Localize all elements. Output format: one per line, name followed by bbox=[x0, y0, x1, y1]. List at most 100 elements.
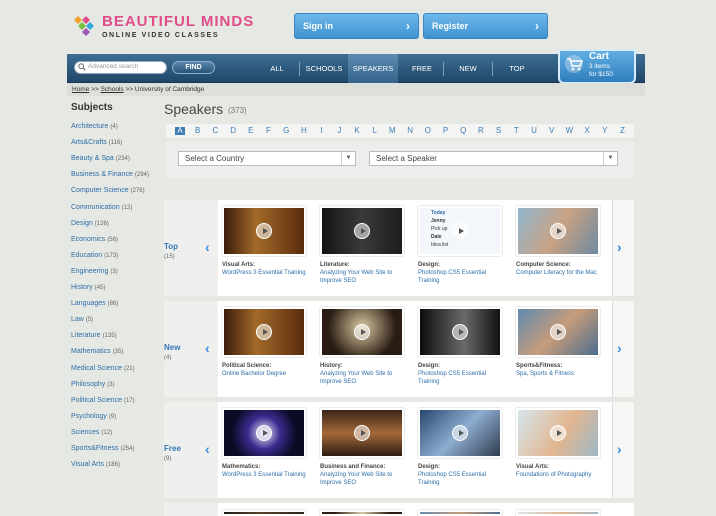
letter-v[interactable]: V bbox=[547, 126, 557, 135]
subject-item[interactable]: Visual Arts (186) bbox=[71, 461, 120, 468]
subject-item[interactable]: Design (126) bbox=[71, 220, 109, 227]
letter-g[interactable]: G bbox=[281, 126, 291, 135]
video-title[interactable]: Online Bachelor Degree bbox=[222, 370, 312, 378]
subject-item[interactable]: Computer Science (276) bbox=[71, 187, 145, 194]
video-thumbnail[interactable] bbox=[418, 408, 502, 458]
sign-in-button[interactable]: Sign in › bbox=[294, 13, 419, 39]
sign-in-label: Sign in bbox=[303, 21, 333, 31]
subject-item[interactable]: Philosophy (3) bbox=[71, 381, 115, 388]
letter-u[interactable]: U bbox=[529, 126, 539, 135]
video-thumbnail[interactable] bbox=[516, 206, 600, 256]
video-thumbnail[interactable] bbox=[320, 206, 404, 256]
video-title[interactable]: Photoshop CS5 Essential Training bbox=[418, 269, 508, 285]
subject-item[interactable]: Medical Science (21) bbox=[71, 365, 135, 372]
breadcrumb-home[interactable]: Home bbox=[72, 86, 89, 93]
subject-item[interactable]: Business & Finance (294) bbox=[71, 171, 149, 178]
chevron-left-icon[interactable]: ‹ bbox=[205, 239, 210, 255]
subject-item[interactable]: Sciences (12) bbox=[71, 429, 112, 436]
register-button[interactable]: Register › bbox=[423, 13, 548, 39]
speaker-select[interactable]: Select a Speaker ▼ bbox=[369, 151, 618, 166]
letter-m[interactable]: M bbox=[387, 126, 397, 135]
play-icon bbox=[256, 324, 272, 340]
video-thumbnail[interactable] bbox=[418, 510, 502, 516]
video-thumbnail[interactable] bbox=[222, 510, 306, 516]
nav-free[interactable]: FREE bbox=[408, 54, 436, 83]
video-thumbnail[interactable] bbox=[320, 510, 404, 516]
letter-p[interactable]: P bbox=[441, 126, 451, 135]
nav-schools[interactable]: SCHOOLS bbox=[303, 54, 345, 83]
video-thumbnail[interactable] bbox=[320, 307, 404, 357]
video-title[interactable]: Foundations of Photography bbox=[516, 471, 606, 479]
letter-k[interactable]: K bbox=[352, 126, 362, 135]
subject-item[interactable]: Sports&Fitness (254) bbox=[71, 445, 134, 452]
video-title[interactable]: WordPress 3 Essential Training bbox=[222, 269, 312, 277]
letter-s[interactable]: S bbox=[494, 126, 504, 135]
letter-z[interactable]: Z bbox=[618, 126, 628, 135]
breadcrumb-schools[interactable]: Schools bbox=[101, 86, 124, 93]
subject-item[interactable]: Beauty & Spa (234) bbox=[71, 155, 130, 162]
subject-item[interactable]: Economics (56) bbox=[71, 236, 118, 243]
video-thumbnail[interactable] bbox=[516, 307, 600, 357]
letter-n[interactable]: N bbox=[405, 126, 415, 135]
video-title[interactable]: WordPress 3 Essential Training bbox=[222, 471, 312, 479]
chevron-left-icon[interactable]: ‹ bbox=[205, 340, 210, 356]
letter-x[interactable]: X bbox=[582, 126, 592, 135]
subject-item[interactable]: Law (5) bbox=[71, 316, 93, 323]
nav-divider bbox=[299, 62, 300, 76]
letter-a[interactable]: A bbox=[175, 127, 185, 135]
find-button[interactable]: FIND bbox=[172, 61, 215, 74]
video-title[interactable]: Analyzing Your Web Site to Improve SEO bbox=[320, 370, 410, 386]
letter-l[interactable]: L bbox=[370, 126, 380, 135]
letter-h[interactable]: H bbox=[299, 126, 309, 135]
video-title[interactable]: Photoshop CS5 Essential Training bbox=[418, 471, 508, 487]
subject-item[interactable]: History (45) bbox=[71, 284, 105, 291]
video-title[interactable]: Analyzing Your Web Site to Improve SEO bbox=[320, 269, 410, 285]
subject-item[interactable]: Arts&Crafts (116) bbox=[71, 139, 122, 146]
letter-b[interactable]: B bbox=[193, 126, 203, 135]
subject-item[interactable]: Psychology (9) bbox=[71, 413, 116, 420]
video-category: Design: bbox=[418, 262, 441, 268]
letter-i[interactable]: I bbox=[317, 126, 327, 135]
video-thumbnail[interactable] bbox=[516, 510, 600, 516]
letter-w[interactable]: W bbox=[564, 126, 574, 135]
chevron-left-icon[interactable]: ‹ bbox=[205, 441, 210, 457]
letter-c[interactable]: C bbox=[210, 126, 220, 135]
letter-e[interactable]: E bbox=[246, 126, 256, 135]
chevron-right-icon[interactable]: › bbox=[617, 239, 622, 255]
letter-r[interactable]: R bbox=[476, 126, 486, 135]
nav-all[interactable]: ALL bbox=[266, 54, 288, 83]
subject-item[interactable]: Languages (86) bbox=[71, 300, 118, 307]
video-thumbnail[interactable] bbox=[516, 408, 600, 458]
video-thumbnail[interactable] bbox=[418, 307, 502, 357]
letter-q[interactable]: Q bbox=[458, 126, 468, 135]
video-thumbnail[interactable] bbox=[222, 307, 306, 357]
subject-item[interactable]: Architecture (4) bbox=[71, 123, 118, 130]
letter-d[interactable]: D bbox=[228, 126, 238, 135]
country-select[interactable]: Select a Country ▼ bbox=[178, 151, 356, 166]
letter-t[interactable]: T bbox=[511, 126, 521, 135]
video-title[interactable]: Computer Literacy for the Mac bbox=[516, 269, 606, 277]
subject-item[interactable]: Mathematics (35) bbox=[71, 348, 123, 355]
subject-item[interactable]: Political Science (17) bbox=[71, 397, 135, 404]
video-category: Visual Arts: bbox=[222, 262, 256, 268]
video-title[interactable]: Photoshop CS5 Essential Training bbox=[418, 370, 508, 386]
nav-new[interactable]: NEW bbox=[454, 54, 482, 83]
chevron-right-icon[interactable]: › bbox=[617, 441, 622, 457]
letter-o[interactable]: O bbox=[423, 126, 433, 135]
video-title[interactable]: Spa, Sports & Fitness bbox=[516, 370, 606, 378]
nav-speakers[interactable]: SPEAKERS bbox=[348, 54, 398, 83]
subject-item[interactable]: Literature (135) bbox=[71, 332, 117, 339]
chevron-right-icon[interactable]: › bbox=[617, 340, 622, 356]
video-thumbnail[interactable] bbox=[222, 206, 306, 256]
video-thumbnail[interactable] bbox=[320, 408, 404, 458]
subject-item[interactable]: Engineering (3) bbox=[71, 268, 118, 275]
video-title[interactable]: Analyzing Your Web Site to Improve SEO bbox=[320, 471, 410, 487]
nav-top[interactable]: TOP bbox=[504, 54, 530, 83]
video-thumbnail[interactable]: Today Jenny Pick up Dale Idea list bbox=[418, 206, 502, 256]
subject-item[interactable]: Education (173) bbox=[71, 252, 118, 259]
letter-y[interactable]: Y bbox=[600, 126, 610, 135]
subject-item[interactable]: Communication (12) bbox=[71, 204, 132, 211]
video-thumbnail[interactable] bbox=[222, 408, 306, 458]
letter-j[interactable]: J bbox=[334, 126, 344, 135]
letter-f[interactable]: F bbox=[264, 126, 274, 135]
